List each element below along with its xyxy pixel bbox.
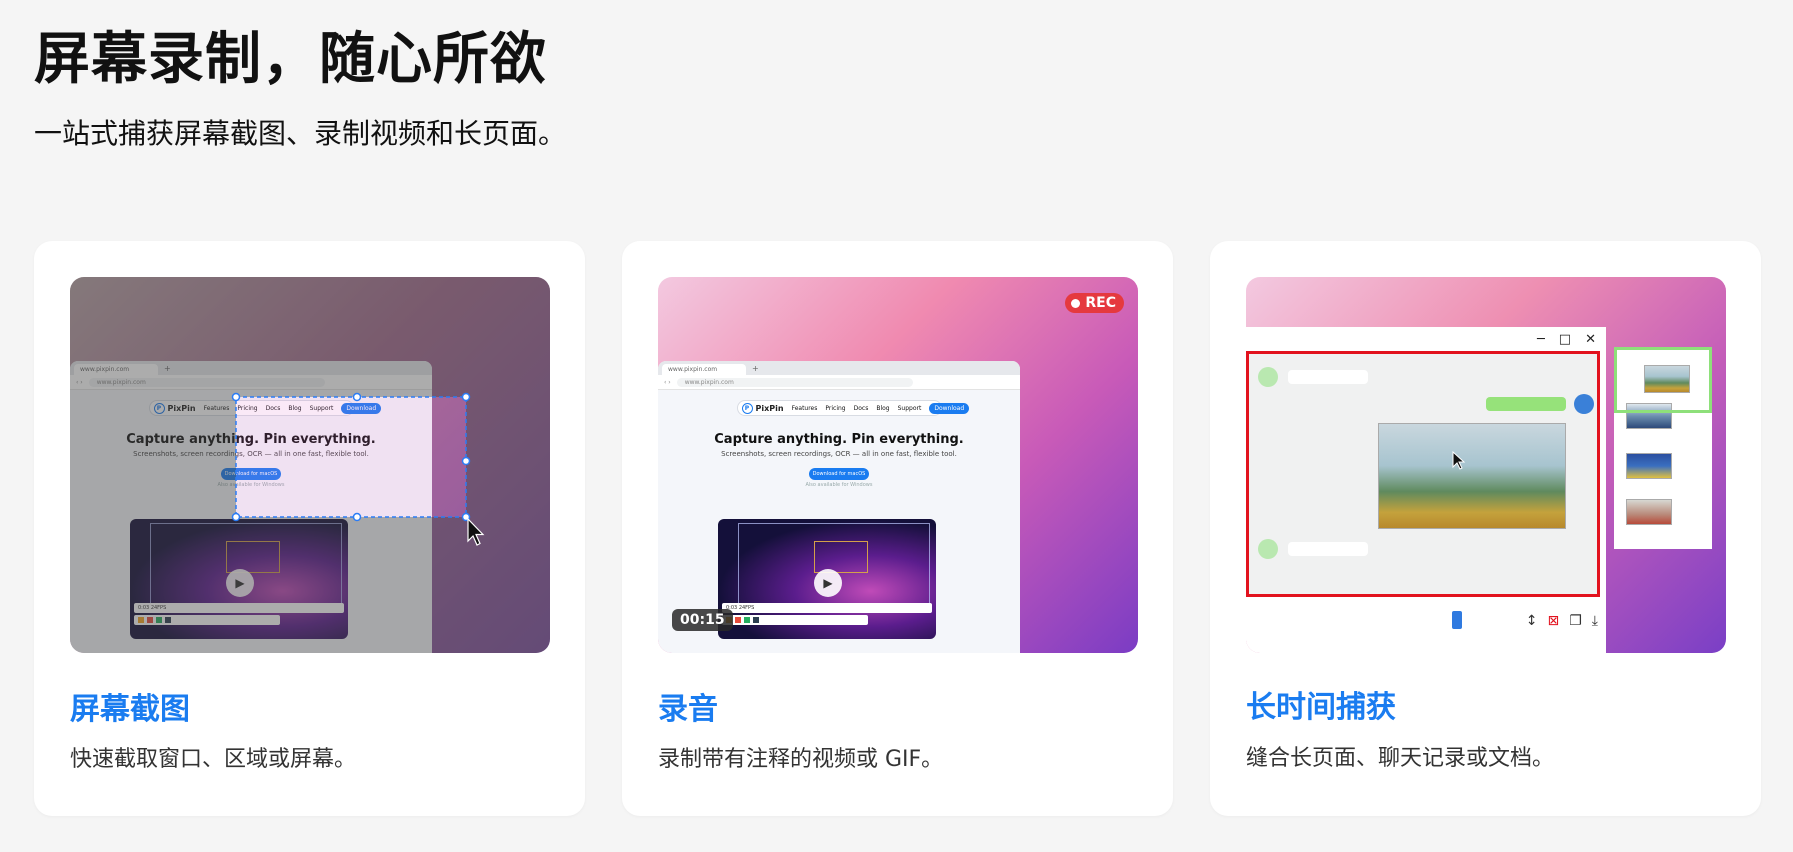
feature-title: 长时间捕获 — [1246, 690, 1396, 725]
recording-timer: 00:15 — [672, 609, 733, 631]
capture-frame — [1246, 351, 1600, 597]
feature-card-long-capture[interactable]: ─ □ ✕ ↕ ⊠ ❐ ⤓ 长时间捕获 缝合长页面、聊天记录或文档。 — [1210, 241, 1761, 816]
browser-tab: www.pixpin.com — [662, 364, 746, 375]
page-subtitle: 一站式捕获屏幕截图、录制视频和长页面。 — [34, 117, 567, 150]
copy-icon[interactable]: ❐ — [1569, 613, 1582, 629]
capture-toolbar: ↕ ⊠ ❐ ⤓ — [1246, 607, 1606, 641]
video-thumbnail: ▶ 0:03 24FPS — [718, 519, 936, 639]
play-icon: ▶ — [814, 569, 842, 597]
chat-window: ─ □ ✕ ↕ ⊠ ❐ ⤓ — [1246, 327, 1606, 653]
download-icon[interactable]: ⤓ — [1592, 613, 1598, 629]
recording-preview: www.pixpin.com + ‹ › www.pixpin.com P PixPi… — [658, 277, 1138, 653]
maximize-icon: □ — [1558, 331, 1572, 347]
feature-description: 快速截取窗口、区域或屏幕。 — [70, 747, 357, 772]
site-tagline: Screenshots, screen recordings, OCR — al… — [721, 450, 957, 458]
site-headline: Capture anything. Pin everything. — [714, 432, 964, 447]
cursor-icon — [1452, 451, 1466, 470]
feature-description: 缝合长页面、聊天记录或文档。 — [1246, 746, 1555, 771]
feature-card-screenshot[interactable]: www.pixpin.com+ ‹ ›www.pixpin.com PPixPi… — [34, 241, 585, 816]
feature-title: 屏幕截图 — [70, 692, 190, 727]
close-icon: ✕ — [1585, 331, 1596, 347]
feature-title: 录音 — [658, 692, 718, 727]
rec-badge: REC — [1065, 293, 1124, 313]
rec-dot-icon — [1071, 298, 1081, 308]
site-nav: PPixPin FeaturesPricingDocsBlogSupport D… — [736, 400, 970, 416]
long-capture-preview: ─ □ ✕ ↕ ⊠ ❐ ⤓ — [1246, 277, 1726, 653]
page-title: 屏幕录制，随心所欲 — [34, 27, 547, 92]
site-download-button: Download for macOS — [809, 468, 869, 480]
feature-card-recording[interactable]: www.pixpin.com + ‹ › www.pixpin.com P PixPi… — [622, 241, 1173, 816]
screenshot-preview: www.pixpin.com+ ‹ ›www.pixpin.com PPixPi… — [70, 277, 550, 653]
minimize-icon: ─ — [1536, 331, 1545, 347]
dim-overlay — [70, 277, 550, 653]
url-bar: www.pixpin.com — [676, 377, 913, 387]
resize-vertical-icon[interactable]: ↕ — [1526, 613, 1538, 629]
annotation-toolbar: 0:03 24FPS — [722, 603, 932, 613]
pixpin-logo-icon: P — [741, 402, 753, 414]
selection-rectangle — [235, 396, 467, 518]
feature-description: 录制带有注释的视频或 GIF。 — [658, 747, 944, 772]
selected-thumbnail — [1614, 347, 1712, 413]
delete-icon[interactable]: ⊠ — [1548, 613, 1560, 629]
